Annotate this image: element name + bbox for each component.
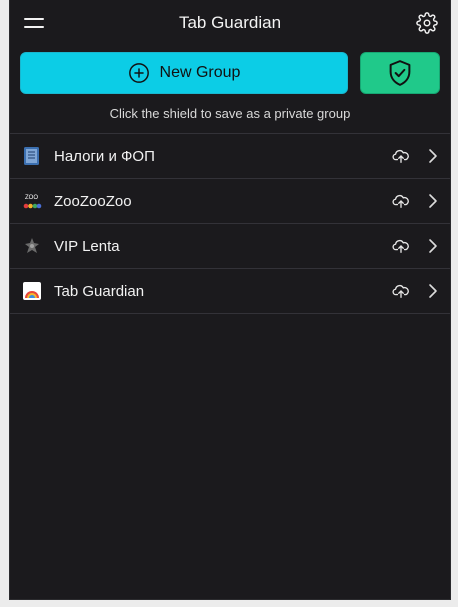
group-label: ZooZooZoo — [54, 193, 132, 210]
group-row[interactable]: Tab Guardian — [10, 269, 450, 314]
new-group-label: New Group — [159, 64, 241, 81]
group-label: VIP Lenta — [54, 238, 120, 255]
group-row[interactable]: VIP Lenta — [10, 224, 450, 269]
plus-circle-icon — [128, 63, 149, 83]
group-label: Налоги и ФОП — [54, 148, 155, 165]
menu-icon[interactable] — [24, 13, 46, 33]
vip-lenta-icon — [25, 238, 39, 253]
app-title: Tab Guardian — [178, 13, 282, 32]
private-group-shield-button[interactable] — [360, 52, 440, 94]
group-list: Налоги и ФОП ZOO ZooZooZoo VIP Lenta Tab… — [10, 133, 450, 314]
group-label: Tab Guardian — [54, 283, 145, 300]
chevron-right-icon[interactable] — [428, 148, 438, 164]
upload-icon[interactable] — [392, 282, 410, 300]
svg-text:ZOO: ZOO — [25, 195, 38, 201]
hint-text: Click the shield to save as a private gr… — [109, 106, 351, 121]
chevron-right-icon[interactable] — [428, 193, 438, 209]
zoo-logo-icon: ZOO — [23, 195, 42, 209]
chevron-right-icon[interactable] — [428, 283, 438, 299]
action-bar: New Group — [10, 52, 450, 96]
extension-popup: Tab Guardian New Group Click the shield … — [9, 0, 451, 600]
upload-icon[interactable] — [392, 237, 410, 255]
group-row[interactable]: Налоги и ФОП — [10, 134, 450, 179]
header: Tab Guardian — [10, 0, 450, 46]
shield-check-icon — [389, 60, 411, 86]
chevron-right-icon[interactable] — [428, 238, 438, 254]
upload-icon[interactable] — [392, 147, 410, 165]
gear-icon[interactable] — [416, 12, 438, 34]
new-group-button[interactable]: New Group — [20, 52, 348, 94]
document-icon — [24, 147, 39, 165]
tab-guardian-icon — [23, 282, 41, 300]
group-row[interactable]: ZOO ZooZooZoo — [10, 179, 450, 224]
upload-icon[interactable] — [392, 192, 410, 210]
